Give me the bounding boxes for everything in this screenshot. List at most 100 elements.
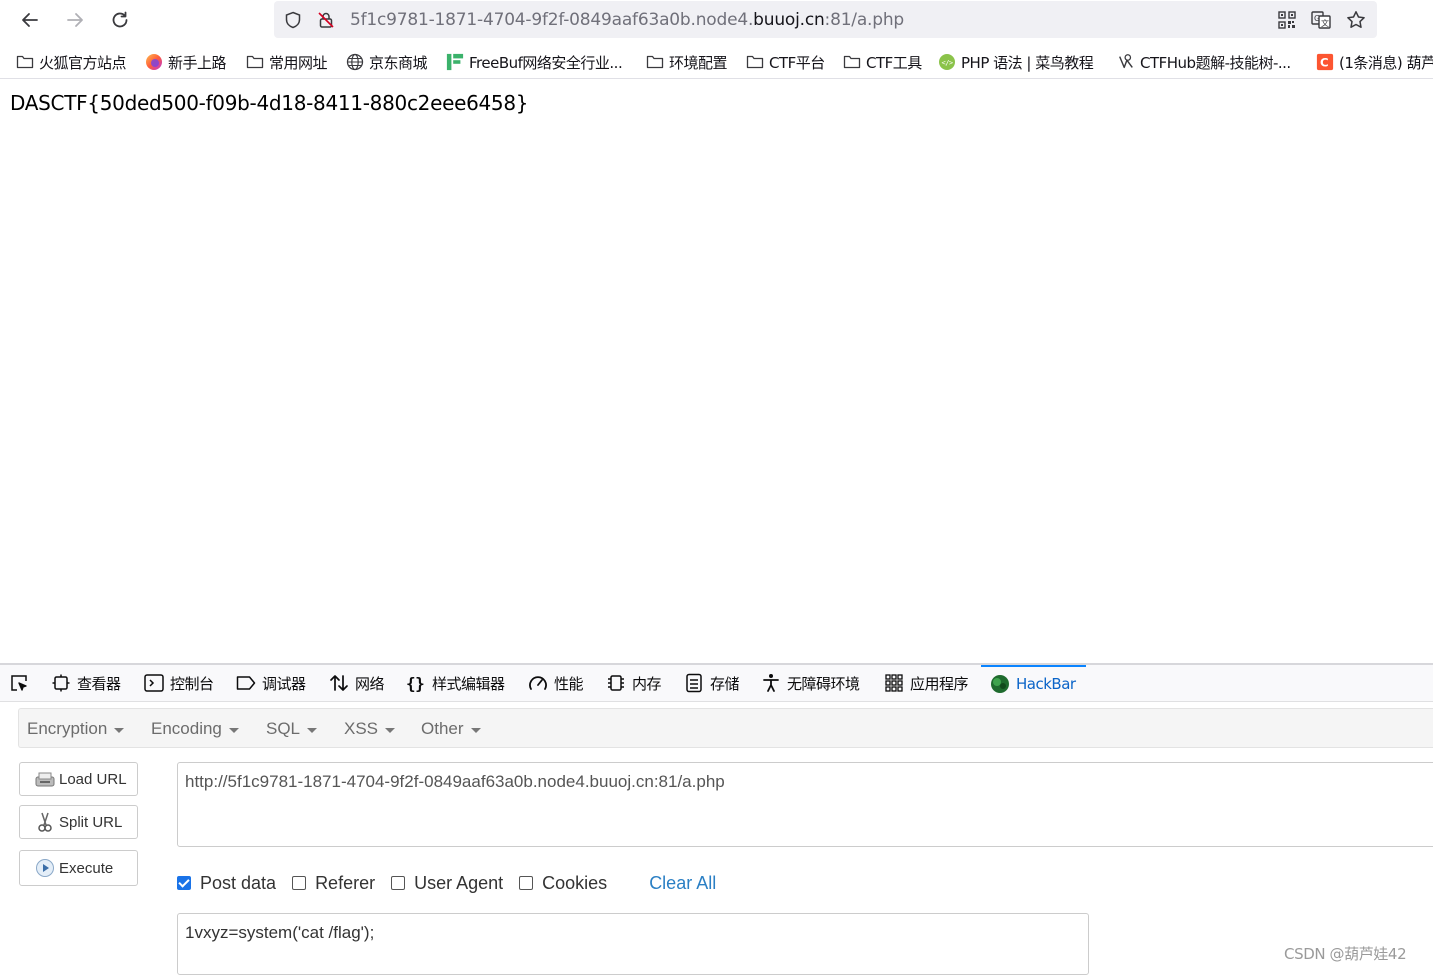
url-text[interactable]: 5f1c9781-1871-4704-9f2f-0849aaf63a0b.nod… [350,10,904,30]
runoob-icon: </> [938,53,956,71]
arrow-left-icon [22,13,38,27]
referer-checkbox[interactable] [292,876,307,890]
devtools-tab-application[interactable]: 应用程序 [884,665,969,701]
devtools-tab-performance[interactable]: 性能 [528,665,584,701]
svg-text:{}: {} [406,674,424,693]
caret-down-icon [385,727,396,733]
svg-text:文: 文 [1321,18,1329,28]
url-suffix: :81/a.php [824,10,905,30]
menu-xss[interactable]: XSS [344,719,396,739]
option-label: Cookies [542,872,608,893]
scissors-icon [34,811,56,833]
menu-other[interactable]: Other [421,719,481,739]
accessibility-icon [761,673,781,693]
user-agent-checkbox[interactable] [391,876,406,890]
bookmark-label: 火狐官方站点 [39,53,127,72]
url-textarea[interactable]: http://5f1c9781-1871-4704-9f2f-0849aaf63… [177,762,1433,847]
translate-icon[interactable]: G文 [1311,10,1331,30]
tab-label: 性能 [554,674,584,693]
option-label: User Agent [414,872,504,893]
bookmark-label: 环境配置 [669,53,728,72]
bookmark-label: 新手上路 [168,53,227,72]
flag-output-text: DASCTF{50ded500-f09b-4d18-8411-880c2eee6… [10,91,529,115]
menu-label: XSS [344,719,379,738]
devtools-tab-hackbar[interactable]: HackBar [981,665,1086,701]
execute-button[interactable]: Execute [19,850,138,886]
devtools-tab-bar: 查看器 控制台 调试器 网络 {} 样式编辑器 性能 内存 存储 无障碍环境 应用… [0,665,1433,702]
clear-all-link[interactable]: Clear All [649,873,716,894]
devtools-tab-debugger[interactable]: 调试器 [236,665,306,701]
post-data-textarea[interactable]: 1vxyz=system('cat /flag'); [177,913,1089,975]
devtools-tab-memory[interactable]: 内存 [606,665,662,701]
element-picker-button[interactable] [9,665,35,701]
option-label: Post data [200,872,277,893]
bookmark-label: PHP 语法 | 菜鸟教程 [961,53,1094,72]
tab-label: 查看器 [77,674,121,693]
bookmark-item[interactable]: 新手上路 [145,52,227,72]
devtools-tab-accessibility[interactable]: 无障碍环境 [761,665,860,701]
bookmark-label: FreeBuf网络安全行业... [469,53,623,72]
bookmark-item[interactable]: C (1条消息) 葫芦 [1316,52,1433,72]
reload-button[interactable] [106,6,134,34]
url-prefix: 5f1c9781-1871-4704-9f2f-0849aaf63a0b.nod… [350,10,754,30]
url-host: buuoj.cn [753,10,825,30]
folder-icon [746,53,764,71]
cookies-option[interactable]: Cookies [519,873,607,894]
devtools-tab-network[interactable]: 网络 [329,665,385,701]
devtools-tab-console[interactable]: 控制台 [144,665,214,701]
debugger-icon [236,673,256,693]
bookmark-label: CTF工具 [866,53,922,72]
menu-encoding[interactable]: Encoding [151,719,239,739]
load-url-icon [34,768,56,790]
bookmarks-toolbar: 火狐官方站点 新手上路 常用网址 京东商城 FreeBuf网络安全行业... 环… [0,44,1433,79]
menu-encryption[interactable]: Encryption [27,719,125,739]
user-agent-option[interactable]: User Agent [391,873,503,894]
back-button[interactable] [16,6,44,34]
bookmark-item[interactable]: CTFHub题解-技能树-... [1117,52,1291,72]
insecure-lock-icon[interactable] [316,10,336,30]
cookies-checkbox[interactable] [519,876,534,890]
caret-down-icon [470,727,481,733]
folder-icon [16,53,34,71]
inspector-icon [51,673,71,693]
referer-option[interactable]: Referer [292,873,375,894]
bookmark-item[interactable]: 火狐官方站点 [16,52,127,72]
shield-icon[interactable] [283,10,303,30]
hackbar-menu-bar: Encryption Encoding SQL XSS Other [18,708,1433,748]
bookmark-item[interactable]: </> PHP 语法 | 菜鸟教程 [938,52,1094,72]
bookmark-item[interactable]: 京东商城 [346,52,428,72]
devtools-tab-style-editor[interactable]: {} 样式编辑器 [406,665,505,701]
freebuf-icon [446,53,464,71]
caret-down-icon [114,727,125,733]
split-url-button[interactable]: Split URL [19,805,138,839]
tab-label: 存储 [710,674,740,693]
bookmark-label: 常用网址 [269,53,328,72]
menu-label: Encoding [151,719,222,738]
bookmark-item[interactable]: CTF平台 [746,52,825,72]
load-url-button[interactable]: Load URL [19,762,138,796]
bookmark-item[interactable]: 常用网址 [246,52,328,72]
post-data-option[interactable]: Post data [177,873,276,894]
folder-icon [246,53,264,71]
bookmark-label: (1条消息) 葫芦 [1339,53,1433,72]
tab-label: 无障碍环境 [787,674,860,693]
bookmark-item[interactable]: 环境配置 [646,52,728,72]
button-label: Split URL [59,813,123,831]
address-bar[interactable]: 5f1c9781-1871-4704-9f2f-0849aaf63a0b.nod… [274,1,1377,38]
devtools-tab-storage[interactable]: 存储 [684,665,740,701]
forward-button[interactable] [61,6,89,34]
bookmark-item[interactable]: FreeBuf网络安全行业... [446,52,623,72]
menu-label: SQL [266,719,301,738]
element-picker-icon [9,673,29,693]
bookmark-item[interactable]: CTF工具 [843,52,922,72]
menu-label: Encryption [27,719,108,738]
navigation-toolbar: 5f1c9781-1871-4704-9f2f-0849aaf63a0b.nod… [0,0,1433,40]
qr-code-icon[interactable] [1277,10,1297,30]
bookmark-star-icon[interactable] [1346,10,1366,30]
style-editor-icon: {} [406,673,426,693]
bookmark-label: CTF平台 [769,53,825,72]
tab-label: 控制台 [170,674,214,693]
post-data-checkbox[interactable] [177,876,191,890]
devtools-tab-inspector[interactable]: 查看器 [51,665,121,701]
menu-sql[interactable]: SQL [266,719,318,739]
